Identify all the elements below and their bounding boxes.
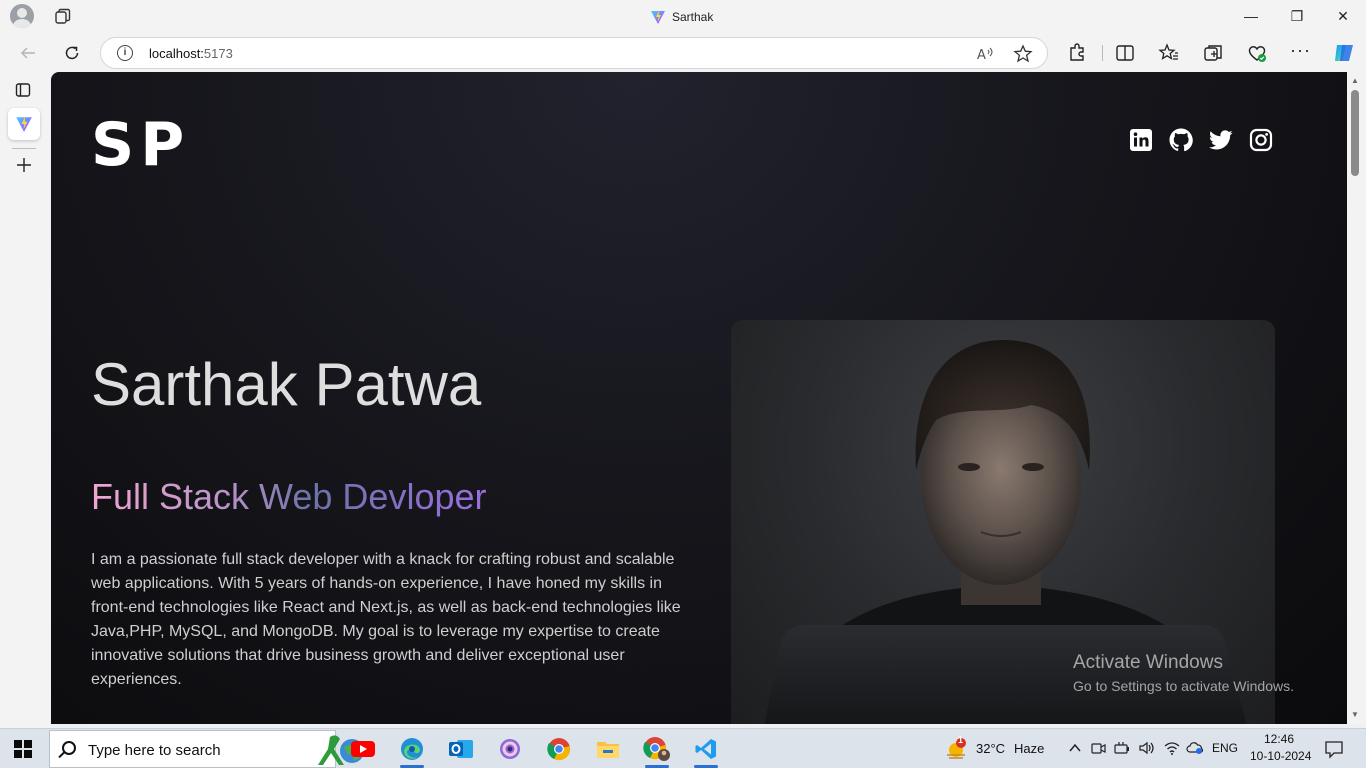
language-indicator[interactable]: ENG	[1212, 741, 1238, 755]
favorite-star-icon[interactable]	[1013, 44, 1033, 64]
url-text[interactable]: localhost:5173	[149, 46, 233, 61]
site-info-icon[interactable]: i	[117, 45, 133, 61]
profile-avatar-icon[interactable]	[10, 4, 34, 28]
edge-icon	[401, 738, 423, 760]
url-port: 5173	[203, 46, 233, 61]
more-options-icon[interactable]: ···	[1290, 41, 1312, 64]
minimize-button[interactable]: —	[1228, 0, 1274, 32]
sidebar-tab-sarthak[interactable]	[8, 108, 40, 140]
taskbar-outlook[interactable]	[441, 733, 481, 765]
svg-text:A: A	[977, 48, 986, 63]
toolbar-divider	[1102, 45, 1103, 61]
weather-temp[interactable]: 32°C	[976, 741, 1005, 756]
taskbar-chrome[interactable]	[539, 733, 579, 765]
chrome-icon	[547, 738, 570, 761]
favorites-icon[interactable]	[1158, 42, 1180, 64]
watermark-title: Activate Windows	[1073, 652, 1223, 673]
read-aloud-icon[interactable]: A	[975, 44, 995, 64]
browser-essentials-icon[interactable]	[1246, 42, 1268, 64]
browser-title-bar: Sarthak — ❐ ✕	[0, 0, 1366, 34]
tab-title-text: Sarthak	[672, 10, 714, 24]
hero-bio: I am a passionate full stack developer w…	[91, 551, 681, 688]
copilot-icon[interactable]	[1332, 41, 1356, 65]
volume-icon[interactable]	[1138, 740, 1154, 756]
hero-role: Full Stack Web Devloper	[91, 476, 487, 517]
taskbar-file-explorer[interactable]	[588, 733, 628, 765]
navigation-toolbar: i localhost:5173 A ···	[0, 34, 1366, 72]
url-host: localhost:	[149, 46, 204, 61]
scrollbar-thumb[interactable]	[1351, 90, 1359, 176]
vscode-icon	[695, 739, 716, 759]
folder-icon	[597, 742, 619, 758]
search-icon	[62, 741, 76, 755]
github-icon[interactable]	[1169, 128, 1193, 152]
windows-activation-watermark: Activate Windows Go to Settings to activ…	[1073, 652, 1294, 694]
notifications-icon[interactable]	[1324, 739, 1344, 759]
linkedin-icon[interactable]	[1129, 128, 1153, 152]
vite-logo-icon	[651, 10, 665, 24]
wifi-icon[interactable]	[1164, 740, 1180, 756]
youtube-icon	[351, 741, 375, 757]
twitter-icon[interactable]	[1209, 128, 1233, 152]
onedrive-icon[interactable]	[1186, 740, 1204, 756]
window-title: Sarthak	[650, 9, 713, 25]
scroll-down-arrow-icon[interactable]: ▼	[1351, 710, 1359, 719]
new-tab-plus-icon[interactable]	[16, 157, 32, 173]
weather-badge: 1	[958, 735, 964, 745]
meet-now-icon[interactable]	[1090, 740, 1106, 756]
hero-name: Sarthak Patwa	[91, 351, 482, 418]
windows-taskbar: Type here to search 1 32°C Haze ENG 12:4…	[0, 728, 1366, 768]
page-scrollbar[interactable]: ▲ ▼	[1347, 72, 1366, 724]
back-arrow-icon[interactable]	[14, 39, 42, 67]
chrome-profile-icon	[643, 737, 670, 761]
watermark-subtitle: Go to Settings to activate Windows.	[1073, 678, 1294, 694]
taskbar-edge[interactable]	[392, 733, 432, 768]
edge-dev-icon	[500, 739, 520, 759]
portfolio-page: SP Sarthak Patwa Full Stack Web Devloper…	[51, 72, 1347, 724]
vite-logo-icon	[16, 116, 32, 132]
workspaces-icon[interactable]	[54, 8, 72, 26]
split-screen-icon[interactable]	[1114, 42, 1136, 64]
weather-sun-icon[interactable]	[944, 737, 970, 761]
clock-date[interactable]: 10-10-2024	[1250, 749, 1311, 763]
taskbar-youtube[interactable]	[343, 733, 383, 765]
taskbar-search-box[interactable]: Type here to search	[49, 730, 364, 768]
clock-time[interactable]: 12:46	[1264, 732, 1294, 746]
chevron-up-icon[interactable]	[1068, 741, 1082, 755]
taskbar-edge-dev[interactable]	[490, 733, 530, 765]
scroll-up-arrow-icon[interactable]: ▲	[1351, 76, 1359, 85]
weather-desc[interactable]: Haze	[1014, 741, 1044, 756]
close-button[interactable]: ✕	[1320, 0, 1366, 32]
address-bar[interactable]: i localhost:5173 A	[100, 37, 1048, 69]
taskbar-chrome-profile[interactable]	[637, 733, 677, 768]
collections-icon[interactable]	[1202, 42, 1224, 64]
vertical-tabs-sidebar	[0, 72, 50, 728]
sidebar-divider	[12, 148, 36, 149]
search-placeholder: Type here to search	[88, 742, 221, 759]
extensions-icon[interactable]	[1066, 42, 1088, 64]
social-links	[1129, 128, 1273, 152]
refresh-icon[interactable]	[58, 39, 86, 67]
site-logo[interactable]: SP	[91, 110, 190, 180]
instagram-icon[interactable]	[1249, 128, 1273, 152]
restore-button[interactable]: ❐	[1274, 0, 1320, 32]
outlook-icon	[449, 740, 473, 758]
battery-plug-icon[interactable]	[1114, 740, 1130, 756]
start-button[interactable]	[14, 740, 32, 758]
taskbar-vscode[interactable]	[686, 733, 726, 768]
tab-actions-icon[interactable]	[15, 82, 31, 98]
